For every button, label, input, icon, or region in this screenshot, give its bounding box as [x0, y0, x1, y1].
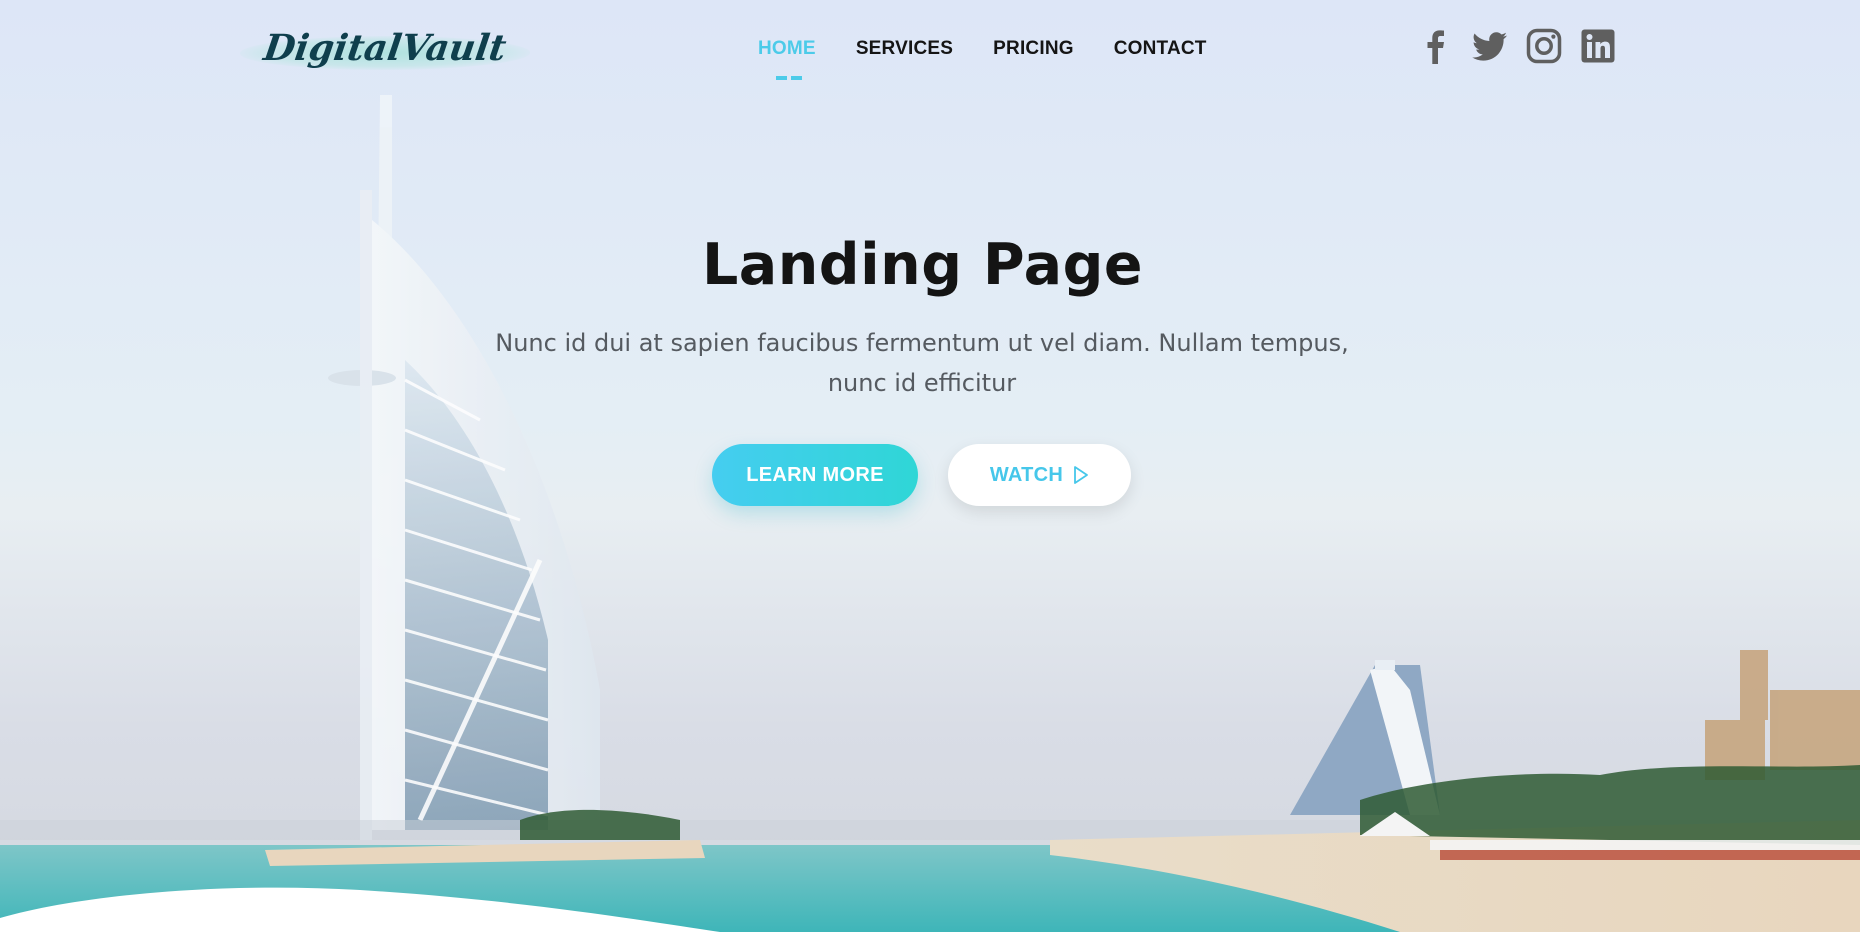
hero-background-image [0, 0, 1860, 932]
brand-logo[interactable]: DigitalVault [237, 20, 533, 76]
learn-more-button[interactable]: LEARN MORE [712, 444, 918, 506]
learn-more-label: LEARN MORE [746, 463, 884, 486]
social-links [1418, 28, 1616, 64]
nav-item-pricing[interactable]: PRICING [993, 38, 1074, 66]
nav-item-contact[interactable]: CONTACT [1114, 38, 1207, 66]
site-header: DigitalVault HOME SERVICES PRICING CONTA… [0, 0, 1860, 100]
linkedin-icon[interactable] [1580, 28, 1616, 64]
watch-label: WATCH [989, 463, 1064, 486]
watch-button[interactable]: WATCH [948, 444, 1131, 506]
hero-title: Landing Page [701, 232, 1144, 298]
nav-item-services[interactable]: SERVICES [856, 38, 953, 66]
logo-text: DigitalVault [261, 27, 509, 69]
hero-subtitle: Nunc id dui at sapien faucibus fermentum… [495, 329, 1349, 397]
main-nav: HOME SERVICES PRICING CONTACT [758, 38, 1207, 80]
active-nav-indicator [776, 76, 802, 80]
play-icon [1073, 465, 1089, 485]
facebook-icon[interactable] [1418, 28, 1454, 64]
twitter-icon[interactable] [1472, 28, 1508, 64]
instagram-icon[interactable] [1526, 28, 1562, 64]
nav-item-home[interactable]: HOME [758, 38, 816, 66]
